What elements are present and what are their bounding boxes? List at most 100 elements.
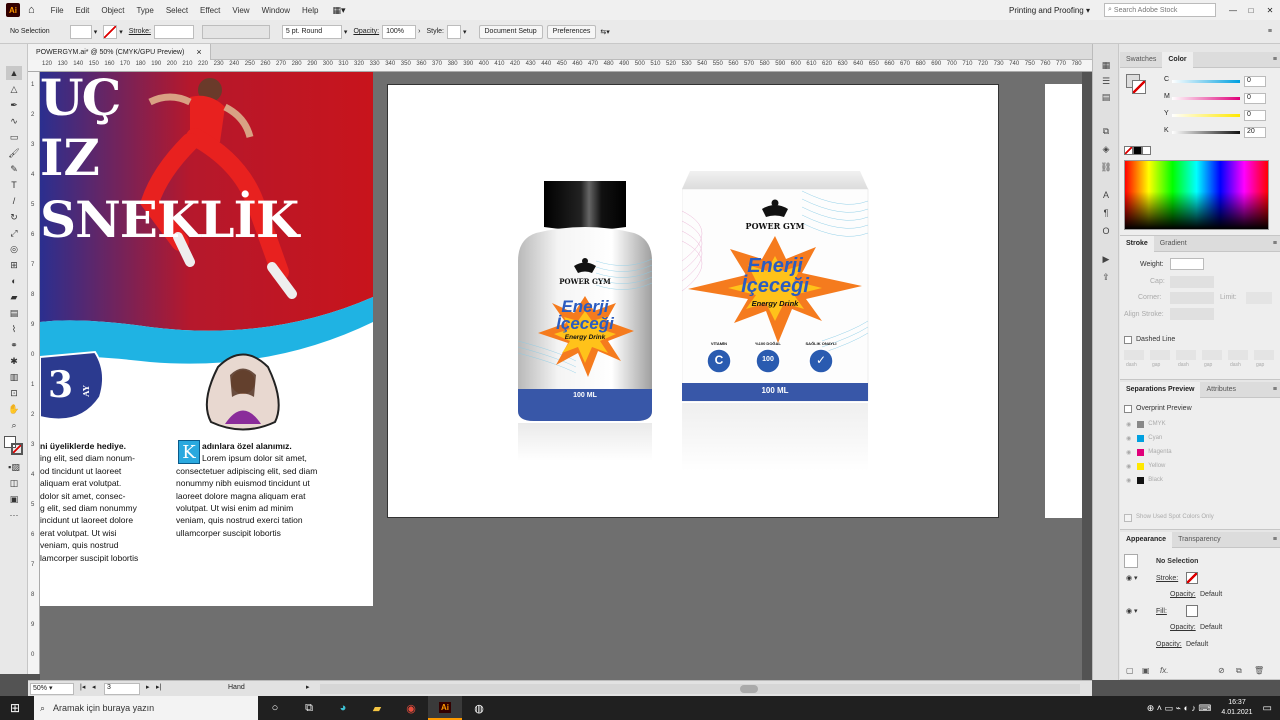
menu-file[interactable]: File bbox=[45, 6, 70, 15]
system-tray-icons[interactable]: ⊕ ˄ ▭ ⌁ ◐ ♪ ⌨ bbox=[1147, 703, 1212, 714]
artboards-icon[interactable]: ⧉ bbox=[1098, 124, 1114, 138]
minimize-icon[interactable]: — bbox=[1224, 6, 1242, 15]
color-mode-icon[interactable]: ▪▨ bbox=[6, 460, 22, 474]
screen-recorder-icon[interactable]: ◍ bbox=[462, 696, 496, 720]
artboard-tool-icon[interactable]: ⊡ bbox=[6, 386, 22, 400]
adobe-stock-search[interactable]: ⌕ Search Adobe Stock bbox=[1104, 3, 1216, 17]
appearance-stroke-label[interactable]: Stroke: bbox=[1156, 575, 1178, 582]
menu-help[interactable]: Help bbox=[296, 6, 324, 15]
opacity-field[interactable]: 100% bbox=[382, 24, 417, 39]
zoom-tool-icon[interactable]: ⌕ bbox=[6, 418, 22, 432]
selection-tool-icon[interactable]: ▲ bbox=[6, 66, 22, 80]
tab-swatches[interactable]: Swatches bbox=[1120, 52, 1162, 68]
visibility-eye-icon[interactable]: ◉ bbox=[1126, 463, 1131, 470]
home-icon[interactable]: ⌂ bbox=[28, 4, 35, 16]
blend-tool-icon[interactable]: ⚭ bbox=[6, 338, 22, 352]
vertical-ruler[interactable]: 1 2 3 4 5 6 7 8 9 0 1 2 3 4 5 6 7 8 9 0 bbox=[28, 72, 40, 674]
color-spectrum[interactable] bbox=[1124, 160, 1269, 230]
color-fill-stroke[interactable] bbox=[1126, 74, 1146, 94]
column-graph-tool-icon[interactable]: ▥ bbox=[6, 370, 22, 384]
hand-tool-icon[interactable]: ✋ bbox=[6, 402, 22, 416]
shape-builder-tool-icon[interactable]: ◐ bbox=[6, 274, 22, 288]
menu-window[interactable]: Window bbox=[256, 6, 296, 15]
tab-separations-preview[interactable]: Separations Preview bbox=[1120, 381, 1201, 398]
overprint-checkbox[interactable] bbox=[1124, 405, 1132, 413]
zoom-field[interactable]: 50% ▾ bbox=[30, 683, 74, 695]
add-effect-icon[interactable]: fx. bbox=[1160, 666, 1168, 675]
tab-stroke[interactable]: Stroke bbox=[1120, 235, 1154, 252]
pen-tool-icon[interactable]: ✒ bbox=[6, 98, 22, 112]
stroke-weight-field[interactable] bbox=[153, 24, 194, 39]
tab-transparency[interactable]: Transparency bbox=[1172, 532, 1227, 548]
add-fill-icon[interactable]: ▣ bbox=[1142, 666, 1150, 675]
align-buttons[interactable] bbox=[1170, 308, 1214, 320]
stroke-visibility-icon[interactable]: ◉ ▾ bbox=[1126, 574, 1138, 582]
rectangle-tool-icon[interactable]: ▭ bbox=[6, 130, 22, 144]
brush-dropdown-icon[interactable]: ▾ bbox=[344, 28, 348, 36]
menu-effect[interactable]: Effect bbox=[194, 6, 226, 15]
actions-icon[interactable]: ▶ bbox=[1098, 252, 1114, 266]
stroke-opacity-label[interactable]: Opacity: bbox=[1170, 591, 1196, 598]
maximize-icon[interactable]: □ bbox=[1242, 6, 1260, 15]
fill-swatch[interactable] bbox=[69, 24, 92, 39]
cortana-icon[interactable]: ○ bbox=[258, 696, 292, 720]
close-icon[interactable]: ✕ bbox=[1260, 6, 1280, 15]
libraries-icon[interactable]: ▦ bbox=[1098, 58, 1114, 72]
dashed-line-checkbox[interactable] bbox=[1124, 336, 1132, 344]
last-artboard-icon[interactable]: ▸| bbox=[156, 683, 161, 691]
gradient-tool-icon[interactable]: ▤ bbox=[6, 306, 22, 320]
warp-tool-icon[interactable]: ◎ bbox=[6, 242, 22, 256]
style-dropdown-icon[interactable]: ▾ bbox=[463, 28, 467, 36]
canvas-area[interactable]: UÇ IZ SNEKLİK 3 AY ni üyeliklerde hediye… bbox=[40, 72, 1082, 680]
arrange-documents-icon[interactable]: ▦▾ bbox=[332, 5, 345, 16]
clear-appearance-icon[interactable]: ⊘ bbox=[1218, 666, 1225, 675]
opentype-icon[interactable]: O bbox=[1098, 224, 1114, 238]
fill-stroke-swatches[interactable] bbox=[4, 436, 24, 456]
color-channel-c[interactable]: C 0 bbox=[1164, 76, 1279, 88]
delete-item-icon[interactable]: 🗑 bbox=[1254, 666, 1264, 675]
value-input[interactable]: 0 bbox=[1244, 110, 1266, 121]
layers-icon[interactable]: ◈ bbox=[1098, 142, 1114, 156]
cap-buttons[interactable] bbox=[1170, 276, 1214, 288]
prev-artboard-icon[interactable]: ◂ bbox=[92, 683, 96, 691]
poster-artboard[interactable]: UÇ IZ SNEKLİK 3 AY ni üyeliklerde hediye… bbox=[40, 72, 373, 606]
draw-mode-icon[interactable]: ◫ bbox=[6, 476, 22, 490]
visibility-eye-icon[interactable]: ◉ bbox=[1126, 449, 1131, 456]
screen-mode-icon[interactable]: ▣ bbox=[6, 492, 22, 506]
paragraph-icon[interactable]: ¶ bbox=[1098, 206, 1114, 220]
quick-swatches[interactable] bbox=[1124, 146, 1154, 156]
document-setup-button[interactable]: Document Setup bbox=[478, 24, 543, 39]
file-explorer-icon[interactable]: ▰ bbox=[360, 696, 394, 720]
brush-definition[interactable]: 5 pt. Round bbox=[281, 24, 342, 39]
appearance-stroke-swatch[interactable] bbox=[1186, 572, 1198, 584]
menu-type[interactable]: Type bbox=[130, 6, 159, 15]
document-tab[interactable]: POWERGYM.ai* @ 50% (CMYK/GPU Preview) × bbox=[28, 44, 211, 60]
corner-buttons[interactable] bbox=[1170, 292, 1214, 304]
scale-tool-icon[interactable]: ⤢ bbox=[6, 226, 22, 240]
product-artboard[interactable]: POWER GYM Enerji İçeceği Energy Drink 10… bbox=[387, 84, 999, 518]
color-panel-menu-icon[interactable]: ≡ bbox=[1273, 56, 1277, 63]
direct-selection-tool-icon[interactable]: △ bbox=[6, 82, 22, 96]
dash-fields[interactable]: dash gap dash gap dash gap bbox=[1124, 350, 1274, 374]
limit-field[interactable] bbox=[1246, 292, 1272, 304]
appearance-fill-label[interactable]: Fill: bbox=[1156, 608, 1167, 615]
free-transform-tool-icon[interactable]: ⊞ bbox=[6, 258, 22, 272]
opacity-arrow-icon[interactable]: › bbox=[418, 28, 420, 35]
bottle-mockup[interactable]: POWER GYM Enerji İçeceği Energy Drink 10… bbox=[516, 181, 654, 461]
chrome-icon[interactable]: ◉ bbox=[394, 696, 428, 720]
menu-select[interactable]: Select bbox=[160, 6, 194, 15]
line-tool-icon[interactable]: / bbox=[6, 194, 22, 208]
appearance-menu-icon[interactable]: ≡ bbox=[1273, 536, 1277, 543]
eraser-tool-icon[interactable]: ▰ bbox=[6, 290, 22, 304]
spot-colors-checkbox[interactable] bbox=[1124, 514, 1132, 522]
weight-field[interactable] bbox=[1170, 258, 1204, 270]
tab-gradient[interactable]: Gradient bbox=[1154, 236, 1193, 252]
paintbrush-tool-icon[interactable]: 🖌 bbox=[6, 146, 22, 160]
next-artboard[interactable] bbox=[1045, 84, 1082, 518]
clock[interactable]: 16:37 4.01.2021 bbox=[1221, 698, 1252, 718]
value-input[interactable]: 0 bbox=[1244, 93, 1266, 104]
character-icon[interactable]: A bbox=[1098, 188, 1114, 202]
layers-panel-icon[interactable]: ▤ bbox=[1098, 90, 1114, 104]
horizontal-scrollbar[interactable] bbox=[320, 684, 1080, 694]
stroke-swatch[interactable] bbox=[103, 24, 118, 39]
